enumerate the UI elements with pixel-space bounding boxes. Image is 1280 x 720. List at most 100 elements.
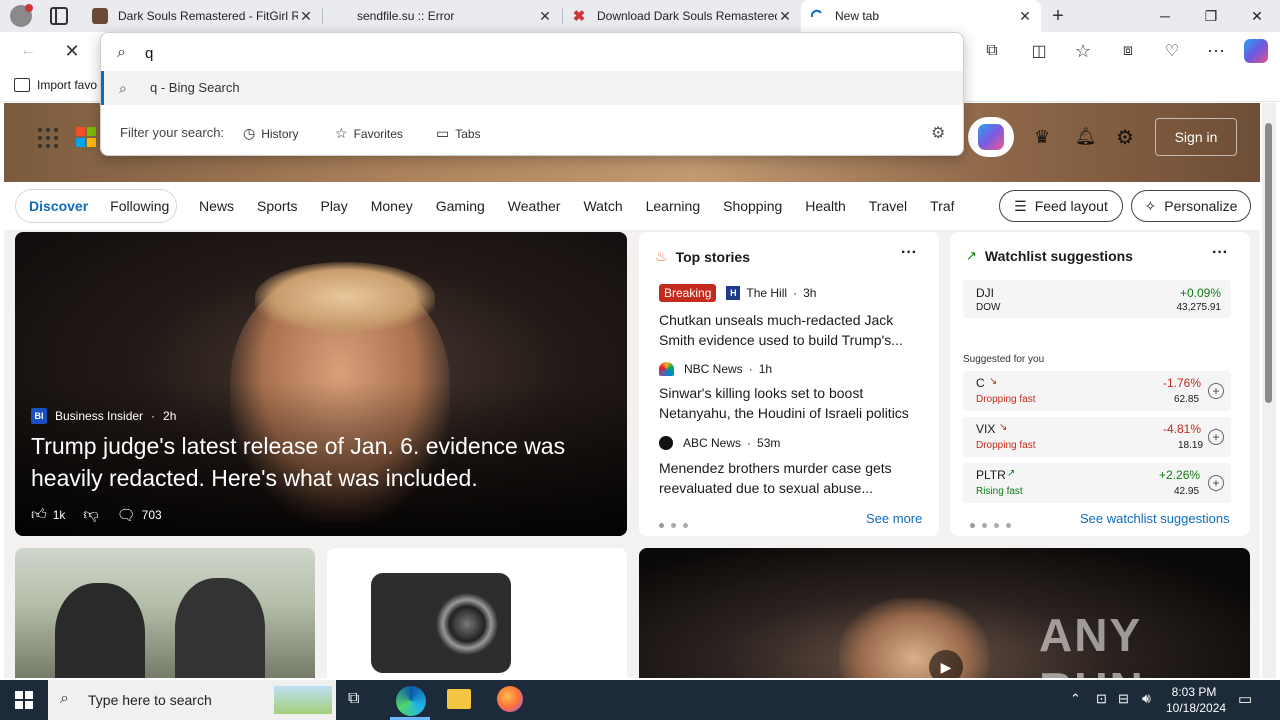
collections-icon[interactable]: ⧈ <box>1112 35 1144 67</box>
firefox-icon[interactable] <box>497 686 523 712</box>
device-icon[interactable]: ⊡ <box>1096 691 1107 707</box>
add-to-watchlist-icon[interactable]: + <box>1208 383 1224 399</box>
the-hill-logo-icon: H <box>726 286 741 300</box>
stock-row-pltr[interactable]: PLTR ↗ Rising fast +2.26% 42.95 + <box>963 463 1231 503</box>
like-icon[interactable]: 👍︎ <box>31 506 47 524</box>
add-to-watchlist-icon[interactable]: + <box>1208 429 1224 445</box>
task-view-icon[interactable]: ⧉ <box>348 690 359 708</box>
more-menu-icon[interactable]: ⋯ <box>1200 35 1232 67</box>
comments-icon[interactable]: 🗨 <box>117 506 136 524</box>
carousel-dots[interactable] <box>659 516 695 531</box>
product-card-image[interactable] <box>327 548 627 678</box>
apps-launcher-icon[interactable] <box>38 128 58 148</box>
back-arrow-icon[interactable]: ← <box>12 35 44 67</box>
notifications-bell-icon[interactable]: 🔔︎ <box>1075 127 1097 147</box>
top-stories-header: ♨ Top stories <box>655 248 750 265</box>
volume-icon[interactable]: 🔊︎ <box>1142 690 1151 707</box>
index-row-dji[interactable]: DJI DOW +0.09% 43,275.91 <box>963 280 1231 318</box>
favorites-star-icon[interactable]: ☆ <box>1067 35 1099 67</box>
browser-essentials-icon[interactable]: ♡ <box>1156 35 1188 67</box>
tab-sendfile[interactable]: sendfile.su :: Error ✕ <box>323 0 561 32</box>
windows-start-icon[interactable] <box>0 680 48 720</box>
nav-shopping[interactable]: Shopping <box>723 198 782 214</box>
hero-story-card[interactable]: BI Business Insider · 2h Trump judge's l… <box>15 232 627 536</box>
rewards-trophy-icon[interactable]: ♛ <box>1034 127 1050 148</box>
nav-travel[interactable]: Travel <box>869 198 907 214</box>
trend-up-icon: ↗ <box>966 248 977 263</box>
taskbar-search-box[interactable]: ⌕ Type here to search <box>48 680 336 720</box>
tab-new-tab[interactable]: New tab ✕ <box>801 0 1041 32</box>
sign-in-button[interactable]: Sign in <box>1155 118 1237 156</box>
tab-actions-icon[interactable] <box>50 7 68 25</box>
see-watchlist-link[interactable]: See watchlist suggestions <box>1080 511 1230 526</box>
breaking-badge: Breaking <box>659 284 717 302</box>
tab-title: New tab <box>835 9 880 23</box>
file-explorer-icon[interactable] <box>447 689 471 709</box>
dislike-icon[interactable]: 👎︎ <box>83 506 98 524</box>
close-tab-icon[interactable]: ✕ <box>537 8 553 25</box>
tab-download-dark-souls[interactable]: ✖ Download Dark Souls Remastered ✕ <box>563 0 801 32</box>
video-story-card[interactable]: ▶ ANY RUN <box>639 548 1250 678</box>
story-headline[interactable]: Sinwar's killing looks set to boost Neta… <box>659 383 927 423</box>
nav-news[interactable]: News <box>199 198 234 214</box>
search-icon: ⌕ <box>117 44 126 61</box>
address-bar-input[interactable] <box>145 41 925 65</box>
filter-tabs[interactable]: ▭ Tabs <box>436 125 481 142</box>
nav-weather[interactable]: Weather <box>508 198 561 214</box>
play-icon[interactable]: ▶ <box>929 650 963 678</box>
stock-row-vix[interactable]: VIX ↘ Dropping fast -4.81% 18.19 + <box>963 417 1231 457</box>
nav-money[interactable]: Money <box>371 198 413 214</box>
close-window-icon[interactable]: ✕ <box>1234 0 1280 32</box>
personalize-button[interactable]: ✧ Personalize <box>1131 190 1251 222</box>
tab-fitgirl[interactable]: Dark Souls Remastered - FitGirl R ✕ <box>84 0 322 32</box>
nav-gaming[interactable]: Gaming <box>436 198 485 214</box>
copilot-icon[interactable] <box>1244 39 1268 63</box>
story-card-image[interactable] <box>15 548 315 678</box>
top-stories-card: ♨ Top stories ··· Breaking H The Hill · 3h… <box>639 232 939 536</box>
restore-icon[interactable]: ❐ <box>1188 0 1234 32</box>
stock-row-c[interactable]: C ↘ Dropping fast -1.76% 62.85 + <box>963 371 1231 411</box>
nav-play[interactable]: Play <box>320 198 347 214</box>
new-tab-plus-icon[interactable]: + <box>1046 5 1070 27</box>
nav-watch[interactable]: Watch <box>583 198 622 214</box>
nav-learning[interactable]: Learning <box>646 198 701 214</box>
suggestion-row[interactable]: ⌕ q - Bing Search <box>101 71 963 105</box>
filter-favorites[interactable]: ☆ Favorites <box>335 125 403 142</box>
profile-avatar-icon[interactable] <box>10 4 33 27</box>
filter-history[interactable]: ◷ History <box>243 125 299 142</box>
hero-headline[interactable]: Trump judge's latest release of Jan. 6. … <box>31 430 616 494</box>
extensions-icon[interactable]: ⧉ <box>976 35 1008 67</box>
tab-following[interactable]: Following <box>110 198 169 214</box>
settings-gear-icon[interactable]: ⚙ <box>1116 125 1134 150</box>
story-headline[interactable]: Menendez brothers murder case gets reeva… <box>659 458 927 498</box>
system-clock[interactable]: 8:03 PM 10/18/2024 <box>1166 684 1226 716</box>
minimize-icon[interactable]: ─ <box>1142 0 1188 32</box>
network-icon[interactable]: ⊟ <box>1118 691 1129 707</box>
close-tab-icon[interactable]: ✕ <box>777 8 793 25</box>
search-settings-gear-icon[interactable]: ⚙ <box>931 123 945 143</box>
microsoft-logo-icon <box>76 127 96 147</box>
split-screen-icon[interactable]: ◫ <box>1023 35 1055 67</box>
more-options-icon[interactable]: ··· <box>1212 244 1228 262</box>
msn-new-tab-page: ♛ 🔔︎ ⚙ Sign in Discover Following News S… <box>4 103 1260 678</box>
notifications-icon[interactable]: ▭ <box>1238 690 1252 708</box>
stop-loading-icon[interactable]: ✕ <box>56 35 88 67</box>
import-favorites-button[interactable]: Import favo <box>14 78 97 92</box>
close-tab-icon[interactable]: ✕ <box>298 8 314 25</box>
page-scrollbar[interactable] <box>1262 103 1276 678</box>
show-hidden-icons-icon[interactable]: ⌃ <box>1070 691 1081 707</box>
tab-discover[interactable]: Discover <box>29 198 88 214</box>
feed-layout-button[interactable]: ☰ Feed layout <box>999 190 1123 222</box>
story-headline[interactable]: Chutkan unseals much-redacted Jack Smith… <box>659 310 927 350</box>
copilot-rewards-icon[interactable] <box>968 117 1014 157</box>
nav-sports[interactable]: Sports <box>257 198 297 214</box>
more-options-icon[interactable]: ··· <box>901 244 917 262</box>
see-more-link[interactable]: See more <box>866 511 922 526</box>
add-to-watchlist-icon[interactable]: + <box>1208 475 1224 491</box>
import-icon <box>14 78 30 92</box>
edge-taskbar-icon[interactable] <box>396 686 426 716</box>
close-tab-icon[interactable]: ✕ <box>1017 8 1033 25</box>
scrollbar-thumb[interactable] <box>1265 123 1272 403</box>
carousel-dots[interactable] <box>970 516 1018 531</box>
nav-health[interactable]: Health <box>805 198 845 214</box>
